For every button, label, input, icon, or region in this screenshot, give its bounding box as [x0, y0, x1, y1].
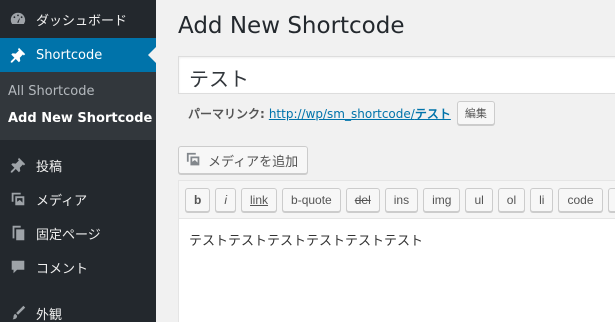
quicktag-blockquote-button[interactable]: b-quote: [282, 187, 341, 212]
sidebar-item-label: メディア: [36, 193, 88, 209]
sidebar-item-shortcode[interactable]: Shortcode: [0, 38, 156, 72]
sidebar-item-label: ダッシュボード: [36, 13, 128, 29]
media-icon: [0, 190, 36, 208]
permalink-edit-button[interactable]: 編集: [456, 101, 495, 125]
dashboard-icon: [0, 10, 36, 28]
text-editor: b i link b-quote del ins img ul ol li co…: [178, 180, 615, 322]
quicktags-toolbar: b i link b-quote del ins img ul ol li co…: [179, 181, 615, 219]
submenu-all-shortcode[interactable]: All Shortcode: [0, 78, 156, 105]
quicktag-italic-button[interactable]: i: [215, 187, 237, 212]
quicktag-ol-button[interactable]: ol: [497, 187, 526, 212]
sidebar-item-appearance[interactable]: 外観: [0, 296, 156, 322]
permalink-row: パーマリンク: http://wp/sm_shortcode/テスト 編集: [188, 101, 495, 125]
sidebar-item-label: 固定ページ: [36, 227, 101, 243]
quicktag-img-button[interactable]: img: [423, 187, 461, 212]
sidebar-item-posts[interactable]: 投稿: [0, 148, 156, 182]
admin-sidebar: ダッシュボード Shortcode All Shortcode Add New …: [0, 0, 156, 322]
sidebar-item-dashboard[interactable]: ダッシュボード: [0, 0, 156, 38]
pin-icon: [0, 46, 36, 64]
sidebar-item-label: コメント: [36, 261, 89, 277]
quicktag-more-button[interactable]: m: [607, 187, 615, 212]
sidebar-item-label: 外観: [36, 307, 63, 322]
add-media-label: メディアを追加: [208, 154, 299, 170]
quicktag-bold-button[interactable]: b: [185, 187, 211, 212]
quicktag-del-button[interactable]: del: [345, 187, 380, 212]
permalink-link[interactable]: http://wp/sm_shortcode/テスト: [269, 105, 451, 122]
quicktag-code-button[interactable]: code: [558, 187, 603, 212]
add-media-button[interactable]: メディアを追加: [178, 146, 309, 174]
permalink-label: パーマリンク:: [188, 106, 265, 121]
brush-icon: [0, 304, 36, 322]
post-title-input[interactable]: テスト: [178, 56, 615, 94]
sidebar-item-comments[interactable]: コメント: [0, 250, 156, 284]
media-icon: [185, 152, 203, 168]
submenu-add-new-shortcode[interactable]: Add New Shortcode: [0, 105, 156, 132]
permalink-url-prefix: http://wp/sm_shortcode/: [268, 106, 415, 121]
sidebar-item-pages[interactable]: 固定ページ: [0, 216, 156, 250]
page-title: Add New Shortcode: [178, 13, 405, 39]
sidebar-item-label: 投稿: [36, 159, 63, 175]
sidebar-item-media[interactable]: メディア: [0, 182, 156, 216]
shortcode-submenu: All Shortcode Add New Shortcode: [0, 72, 156, 140]
quicktag-ul-button[interactable]: ul: [465, 187, 493, 212]
quicktag-ins-button[interactable]: ins: [384, 187, 419, 212]
permalink-slug: テスト: [414, 106, 451, 121]
pin-icon: [0, 156, 36, 174]
quicktag-link-button[interactable]: link: [241, 187, 278, 212]
comment-icon: [0, 258, 36, 276]
editor-content-textarea[interactable]: テストテストテストテストテストテスト: [179, 219, 615, 260]
sidebar-item-label: Shortcode: [36, 47, 103, 63]
pages-icon: [0, 224, 36, 242]
quicktag-li-button[interactable]: li: [530, 187, 554, 212]
main-content: Add New Shortcode テスト パーマリンク: http://wp/…: [156, 0, 615, 322]
